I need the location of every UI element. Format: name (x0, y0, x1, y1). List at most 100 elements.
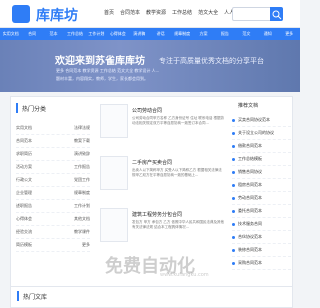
doc-card-title: 二手房产买卖合同 (132, 160, 173, 166)
left-list-item[interactable]: 合同范本 教案下载 (16, 135, 90, 148)
left-panel-title: 热门分类 (22, 105, 47, 113)
right-list-item-label: 委托合同范本 (238, 208, 262, 213)
hero-banner: 欢迎来到苏雀库库坊 专注于高质量优秀文档的分享平台 更多 合同范本 教学资源 工… (0, 40, 300, 92)
right-list-item-label: 关于设立公司的协议 (238, 130, 274, 135)
hero-title: 欢迎来到苏雀库库坊 (55, 56, 145, 67)
right-list-item[interactable]: 劳动合同范本 (232, 192, 291, 205)
left-list-item[interactable]: 心得体会 其他文档 (16, 213, 90, 226)
category-bar: 实用文档 合同 范本 工作总结 工作计划 心得体会 演讲稿 讲话 规章制度 方案… (0, 28, 300, 40)
left-list-item-right: 演讲致辞 (74, 151, 90, 156)
left-panel: 热门分类 实用文档 法律法规 合同范本 教案下载 求职简历 演讲致辞 活动方案 工作报告… (10, 96, 92, 286)
doc-thumbnail-icon (100, 156, 128, 190)
right-list-item-label: 买卖合同协议范本 (238, 117, 270, 122)
site-logo-icon[interactable] (12, 5, 30, 23)
left-list-item[interactable]: 述职报告 工作计划 (16, 200, 90, 213)
left-list-item[interactable]: 经验交流 教学课件 (16, 226, 90, 239)
site-logo-text[interactable]: 库库坊 (36, 5, 78, 25)
bullet-icon (232, 157, 235, 161)
right-list-item[interactable]: 采购合同范本 (232, 257, 291, 270)
left-list-item-right: 工作报告 (74, 164, 90, 169)
category-item[interactable]: 演讲稿 (129, 28, 150, 40)
right-list-item-label: 合伙协议范本 (238, 234, 262, 239)
left-list-item-label: 活动方案 (16, 164, 32, 169)
right-list-item[interactable]: 买卖合同协议范本 (232, 114, 291, 127)
bullet-icon (232, 131, 235, 135)
left-list-item-right: 更多 (82, 242, 90, 247)
hero-line-2: 题材丰富，内容翔实，教师，学生，家长都会用到。 (56, 76, 148, 81)
bullet-icon (232, 183, 235, 187)
right-list-item-label: 借款合同范本 (238, 143, 262, 148)
right-list-item-label: 采购合同范本 (238, 260, 262, 265)
bullet-icon (232, 235, 235, 239)
left-list-item-label: 经验交流 (16, 229, 32, 234)
top-nav-item[interactable]: 合同范本 (120, 9, 140, 16)
doc-card[interactable]: 建筑工程劳务分包合同 发包方 甲方 承包方 乙方 依照中华人民共和国民法典及其他… (100, 208, 224, 248)
left-list-item[interactable]: 求职简历 演讲致辞 (16, 148, 90, 161)
category-item[interactable]: 范本 (43, 28, 64, 40)
right-list-item[interactable]: 装修合同范本 (232, 244, 291, 257)
top-nav-item[interactable]: 工作总结 (172, 9, 192, 16)
bullet-icon (232, 118, 235, 122)
left-list-item-right: 教学课件 (74, 229, 90, 234)
right-list-item[interactable]: 委托合同范本 (232, 205, 291, 218)
category-item[interactable]: 心得体会 (107, 28, 128, 40)
right-list-item[interactable]: 合伙协议范本 (232, 231, 291, 244)
right-list-item[interactable]: 销售合同协议 (232, 166, 291, 179)
right-list-item[interactable]: 关于设立公司的协议 (232, 127, 291, 140)
category-item[interactable]: 合同 (21, 28, 42, 40)
right-list-item-label: 销售合同协议 (238, 169, 262, 174)
search-button[interactable] (270, 7, 283, 21)
section-hot-library-title: 热门文库 (23, 293, 48, 301)
bullet-icon (232, 261, 235, 265)
doc-card-title: 公司劳动合同 (132, 108, 163, 114)
doc-card[interactable]: 公司劳动合同 公司劳动合同甲方名称 乙方身份证号 住址 联系电话 根据劳动法相关… (100, 104, 224, 144)
right-list-item[interactable]: 借款合同范本 (232, 140, 291, 153)
left-list-item-right: 工作计划 (74, 203, 90, 208)
right-list-item-label: 租房合同范本 (238, 182, 262, 187)
category-item[interactable]: 报告 (214, 28, 235, 40)
bullet-icon (232, 170, 235, 174)
left-list-item-label: 简历模板 (16, 242, 32, 247)
left-list-item[interactable]: 简历模板 更多 (16, 239, 90, 252)
category-item[interactable]: 工作计划 (86, 28, 107, 40)
top-nav-item[interactable]: 首页 (104, 9, 114, 16)
left-list-item-label: 合同范本 (16, 138, 32, 143)
left-list-item[interactable]: 活动方案 工作报告 (16, 161, 90, 174)
bullet-icon (232, 144, 235, 148)
section-bar-icon (16, 103, 18, 113)
right-list-item-label: 劳动合同范本 (238, 195, 262, 200)
left-list-item[interactable]: 行政公文 党团工作 (16, 174, 90, 187)
top-nav-item[interactable]: 范文大全 (198, 9, 218, 16)
watermark-url: www.kufangku.com (160, 272, 209, 278)
category-item[interactable]: 规章制度 (171, 28, 192, 40)
left-list-item-right: 教案下载 (74, 138, 90, 143)
category-item[interactable]: 讲话 (150, 28, 171, 40)
category-item[interactable]: 方案 (193, 28, 214, 40)
right-list-item[interactable]: 技术服务合同 (232, 218, 291, 231)
right-list-item[interactable]: 工作总结模板 (232, 153, 291, 166)
right-list-item-label: 工作总结模板 (238, 156, 262, 161)
category-item[interactable]: 通知 (257, 28, 278, 40)
left-list: 实用文档 法律法规 合同范本 教案下载 求职简历 演讲致辞 活动方案 工作报告 行政公文… (16, 122, 90, 252)
right-list-item[interactable]: 租房合同范本 (232, 179, 291, 192)
category-item[interactable]: 工作总结 (64, 28, 85, 40)
right-panel-title: 推荐文档 (238, 103, 259, 109)
doc-card-desc: 发包方 甲方 承包方 乙方 依照中华人民共和国民法典及其他有关法律法规 结合本工… (132, 220, 224, 229)
category-item[interactable]: 范文 (236, 28, 257, 40)
category-item[interactable]: 实用文档 (0, 28, 21, 40)
hero-line-1: 更多 合同范本 教学资源 工作总结 范文大全 教学设计 人... (56, 68, 160, 73)
top-nav: 首页 合同范本 教学资源 工作总结 范文大全 人人范文库 (104, 9, 249, 16)
right-list: 买卖合同协议范本 关于设立公司的协议 借款合同范本 工作总结模板 销售合同协议 … (232, 114, 291, 270)
right-panel: 推荐文档 买卖合同协议范本 关于设立公司的协议 借款合同范本 工作总结模板 销售… (232, 96, 291, 286)
category-item[interactable]: 更多 (278, 28, 299, 40)
left-list-item-label: 求职简历 (16, 151, 32, 156)
doc-card[interactable]: 二手房产买卖合同 出卖人以下简称甲方 买受人以下简称乙方 根据相关法律法规甲乙双… (100, 156, 223, 196)
left-list-item[interactable]: 实用文档 法律法规 (16, 122, 90, 135)
section-hot-library: 热门文库 (10, 286, 293, 308)
right-list-item-label: 技术服务合同 (238, 221, 262, 226)
left-list-item-label: 实用文档 (16, 125, 32, 130)
top-nav-item[interactable]: 教学资源 (146, 9, 166, 16)
doc-card-desc: 出卖人以下简称甲方 买受人以下简称乙方 根据相关法律法规甲乙双方在平等自愿协商一… (132, 168, 222, 177)
doc-card-title: 建筑工程劳务分包合同 (132, 212, 183, 218)
left-list-item[interactable]: 企业管理 规章制度 (16, 187, 90, 200)
